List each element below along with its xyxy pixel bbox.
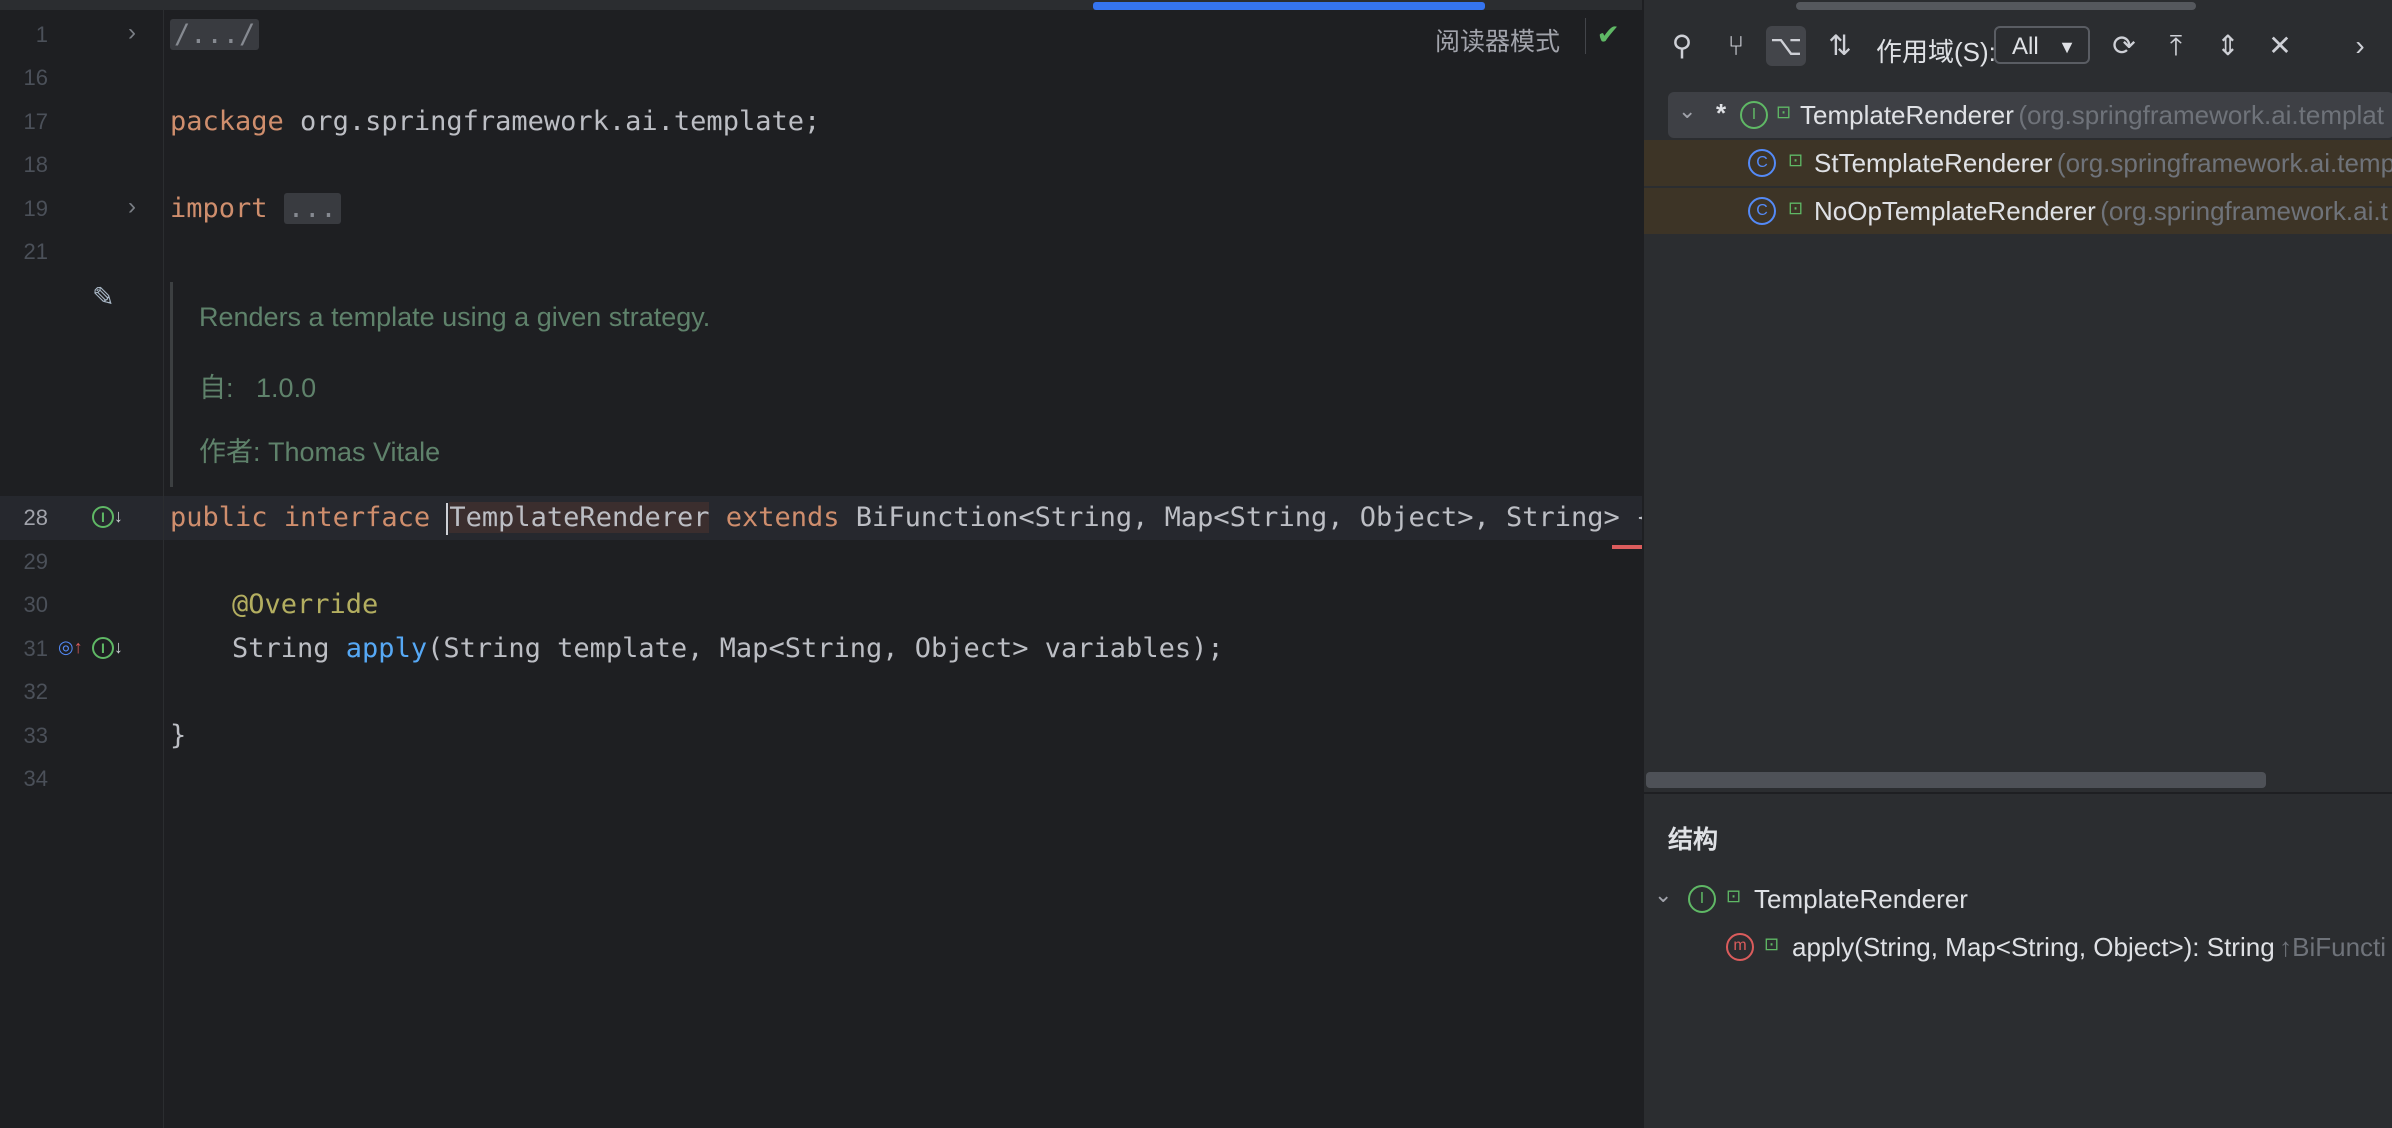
code-line-1[interactable]: /.../ <box>170 15 260 55</box>
chevron-down-icon: ▼ <box>2058 37 2076 57</box>
line-number: 1 <box>35 22 48 47</box>
reader-mode-button[interactable]: 阅读器模式 <box>1435 22 1560 58</box>
public-lock-icon: ⊡ <box>1726 886 1742 906</box>
line-number: 30 <box>23 592 48 617</box>
code-line-28[interactable]: public interface TemplateRenderer extend… <box>170 498 1642 538</box>
line-number: 18 <box>23 152 48 177</box>
hierarchy-panel: ⚲ ⑂ ⌥ ⇅ 作用域(S): All ▼ ⟳ ⤒ ⇕ ✕ › ⌄ * I ⊡ T… <box>1642 0 2392 1128</box>
sort-alpha-icon[interactable]: ⇅ <box>1820 26 1860 66</box>
interface-icon: I <box>1688 885 1716 913</box>
chevron-down-icon[interactable]: ⌄ <box>1654 882 1672 908</box>
code-line-33[interactable]: } <box>170 716 186 756</box>
type-hierarchy-icon[interactable]: ⚲ <box>1662 26 1702 66</box>
line-number: 32 <box>23 679 48 704</box>
code-line-30[interactable]: @Override <box>232 585 378 625</box>
line-number: 31 <box>23 636 48 661</box>
doc-summary: Renders a template using a given strateg… <box>199 302 711 332</box>
gutter-separator <box>163 10 164 1128</box>
active-tab-indicator <box>1093 2 1485 10</box>
supertypes-icon[interactable]: ⑂ <box>1716 26 1756 66</box>
method-icon: m <box>1726 933 1754 961</box>
line-number: 28 <box>23 505 48 530</box>
root-class-name: TemplateRenderer <box>1800 100 2014 130</box>
root-package: (org.springframework.ai.templat <box>2018 100 2384 130</box>
implemented-interface-icon[interactable]: I ↓ <box>92 506 123 528</box>
structure-root-row[interactable]: ⌄ I ⊡ TemplateRenderer <box>1644 876 2392 922</box>
implemented-method-icon[interactable]: I ↓ <box>92 637 123 659</box>
hierarchy-root-row[interactable]: ⌄ * I ⊡ TemplateRenderer (org.springfram… <box>1668 92 2392 138</box>
overrides-method-icon[interactable]: ◎↑ <box>58 637 83 658</box>
editor-tab-strip <box>0 0 1642 10</box>
hierarchy-child-row[interactable]: C ⊡ NoOpTemplateRenderer (org.springfram… <box>1644 188 2392 234</box>
current-marker: * <box>1716 98 1727 128</box>
line-number: 19 <box>23 196 48 221</box>
interface-icon: I <box>1740 101 1768 129</box>
doc-since: 自: 1.0.0 <box>199 373 317 403</box>
hierarchy-toolbar: ⚲ ⑂ ⌥ ⇅ 作用域(S): All ▼ ⟳ ⤒ ⇕ ✕ › <box>1644 20 2392 72</box>
horizontal-scrollbar[interactable] <box>1646 772 2266 788</box>
doc-author: 作者: Thomas Vitale <box>199 437 441 467</box>
rendered-javadoc: Renders a template using a given strateg… <box>170 282 1573 487</box>
code-line-31[interactable]: String apply(String template, Map<String… <box>232 629 1224 669</box>
line-number: 17 <box>23 109 48 134</box>
public-lock-icon: ⊡ <box>1788 198 1804 218</box>
expand-all-icon[interactable]: ⇕ <box>2208 26 2248 66</box>
collapse-all-icon[interactable]: ✕ <box>2260 26 2300 66</box>
structure-title: 结构 <box>1668 826 1719 854</box>
chevron-down-icon[interactable]: ⌄ <box>1678 98 1696 124</box>
public-lock-icon: ⊡ <box>1788 150 1804 170</box>
fold-chevron-icon[interactable]: › <box>128 192 136 222</box>
panel-scrollbar[interactable] <box>1796 2 2196 10</box>
export-icon[interactable]: ⤒ <box>2156 26 2196 66</box>
inspection-ok-icon[interactable]: ✔ <box>1597 18 1620 51</box>
panel-splitter[interactable] <box>1644 792 2392 794</box>
line-number: 16 <box>23 65 48 90</box>
refresh-icon[interactable]: ⟳ <box>2104 26 2144 66</box>
line-number: 33 <box>23 723 48 748</box>
code-editor[interactable]: 1 16 17 18 19 21 28 29 30 31 32 33 34 › … <box>0 0 1642 1128</box>
public-lock-icon: ⊡ <box>1764 934 1780 954</box>
line-number: 29 <box>23 549 48 574</box>
edit-doc-icon[interactable]: ✎ <box>92 282 115 313</box>
class-icon: C <box>1748 197 1776 225</box>
error-stripe-marker[interactable] <box>1612 545 1642 549</box>
class-icon: C <box>1748 149 1776 177</box>
fold-chevron-icon[interactable]: › <box>128 18 136 48</box>
public-lock-icon: ⊡ <box>1776 102 1792 122</box>
toolbar-divider <box>1585 18 1586 54</box>
code-line-17[interactable]: package org.springframework.ai.template; <box>170 102 820 142</box>
code-line-19[interactable]: import ... <box>170 189 341 229</box>
scope-dropdown[interactable]: All ▼ <box>1994 26 2090 64</box>
subtypes-icon[interactable]: ⌥ <box>1766 26 1806 66</box>
hierarchy-child-row[interactable]: C ⊡ StTemplateRenderer (org.springframew… <box>1644 140 2392 186</box>
structure-method-row[interactable]: m ⊡ apply(String, Map<String, Object>): … <box>1644 924 2392 970</box>
scope-label: 作用域(S): <box>1876 37 1996 67</box>
line-number: 34 <box>23 766 48 791</box>
line-number: 21 <box>23 239 48 264</box>
more-chevron-icon[interactable]: › <box>2340 26 2380 66</box>
